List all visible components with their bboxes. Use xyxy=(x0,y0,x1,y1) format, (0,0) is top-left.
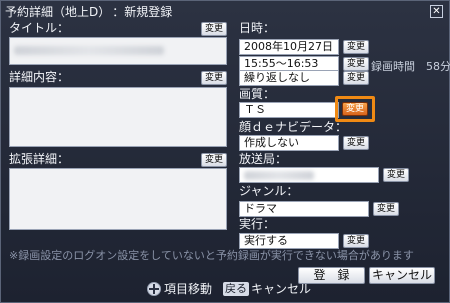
close-icon[interactable]: ✕ xyxy=(430,5,443,18)
title-change-button[interactable]: 変更 xyxy=(201,22,227,36)
dpad-icon xyxy=(147,282,161,296)
date-change-button[interactable]: 変更 xyxy=(343,40,369,54)
exec-label: 実行： xyxy=(239,217,276,231)
genre-change-button[interactable]: 変更 xyxy=(373,202,399,216)
reservation-detail-dialog: 予約詳細（地上D） ：新規登録 ✕ タイトル： 変更 詳細内容： 変更 拡張詳細：… xyxy=(0,0,450,303)
repeat-field: 繰り返しなし xyxy=(239,70,339,86)
title-redacted-text xyxy=(14,46,164,55)
exec-change-button[interactable]: 変更 xyxy=(343,234,369,248)
move-hint: 項目移動 xyxy=(164,282,213,296)
navi-data-change-button[interactable]: 変更 xyxy=(343,136,369,150)
details-label: 詳細内容： xyxy=(9,70,70,84)
back-key-icon: 戻る xyxy=(223,282,249,296)
back-hint: キャンセル xyxy=(251,282,312,296)
station-change-button[interactable]: 変更 xyxy=(383,168,409,182)
time-change-button[interactable]: 変更 xyxy=(343,57,369,71)
cancel-button[interactable]: キャンセル xyxy=(369,267,435,284)
details-change-button[interactable]: 変更 xyxy=(201,71,227,85)
station-field xyxy=(239,167,379,183)
extended-field[interactable] xyxy=(9,168,227,230)
logon-notice: ※録画設定のログオン設定をしていないと予約録画が実行できない場合があります xyxy=(9,249,414,262)
quality-field: ＴＳ xyxy=(239,102,339,118)
extended-label: 拡張詳細： xyxy=(9,152,70,166)
station-label: 放送局： xyxy=(239,152,288,166)
quality-change-button[interactable]: 変更 xyxy=(342,102,368,116)
repeat-change-button[interactable]: 変更 xyxy=(343,71,369,85)
navi-data-field: 作成しない xyxy=(239,135,339,151)
dialog-titlebar: 予約詳細（地上D） ：新規登録 xyxy=(5,4,425,20)
details-field[interactable] xyxy=(9,87,227,147)
quality-label: 画質： xyxy=(239,87,276,101)
date-field: 2008年10月27日（月） xyxy=(239,39,339,55)
recording-duration: 録画時間 58分 xyxy=(371,60,450,73)
station-redacted-text xyxy=(244,170,314,180)
title-field[interactable] xyxy=(9,37,227,65)
genre-field: ドラマ xyxy=(239,201,369,217)
dialog-title: 予約詳細（地上D） xyxy=(5,5,105,19)
datetime-label: 日時： xyxy=(239,21,276,35)
title-label: タイトル： xyxy=(9,21,70,35)
navi-data-label: 顔ｄｅナビデータ： xyxy=(239,120,348,134)
extended-change-button[interactable]: 変更 xyxy=(201,153,227,167)
genre-label: ジャンル： xyxy=(239,184,299,198)
dialog-mode: ：新規登録 xyxy=(112,5,173,19)
